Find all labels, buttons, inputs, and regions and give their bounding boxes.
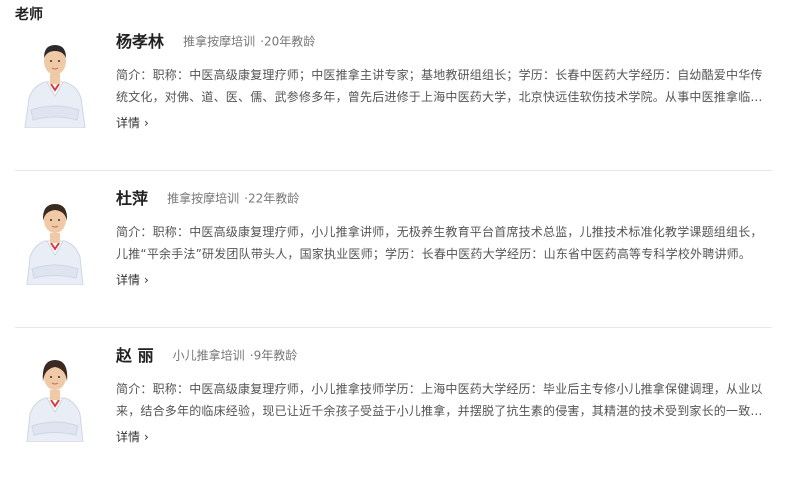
teacher-info: 杨孝林 推拿按摩培训 ·20年教龄 简介：职称：中医高级康复理疗师；中医推拿主讲… <box>116 28 772 132</box>
teacher-years: ·9年教龄 <box>249 348 298 363</box>
teacher-avatar[interactable] <box>15 342 95 442</box>
teacher-name[interactable]: 赵 丽 <box>116 346 154 365</box>
details-label: 详情 <box>116 430 141 444</box>
teacher-course: 小儿推拿培训 <box>172 348 245 363</box>
teacher-card: 杨孝林 推拿按摩培训 ·20年教龄 简介：职称：中医高级康复理疗师；中医推拿主讲… <box>15 28 772 184</box>
teacher-info: 杜萍 推拿按摩培训 ·22年教龄 简介：职称：中医高级康复理疗师，小儿推拿讲师，… <box>116 185 772 289</box>
divider <box>15 170 772 171</box>
section-title: 老师 <box>15 7 43 23</box>
teacher-course: 推拿按摩培训 <box>183 34 256 49</box>
details-link[interactable]: 详情 › <box>116 428 149 446</box>
teacher-bio: 简介：职称：中医高级康复理疗师，小儿推拿技师学历：上海中医药大学经历：毕业后主专… <box>116 382 763 418</box>
teacher-info: 赵 丽 小儿推拿培训 ·9年教龄 简介：职称：中医高级康复理疗师，小儿推拿技师学… <box>116 342 772 446</box>
teacher-header: 赵 丽 小儿推拿培训 ·9年教龄 <box>116 342 772 368</box>
teacher-name[interactable]: 杨孝林 <box>116 32 164 51</box>
chevron-right-icon: › <box>144 273 149 287</box>
details-link[interactable]: 详情 › <box>116 271 149 289</box>
details-label: 详情 <box>116 273 141 287</box>
teacher-card: 杜萍 推拿按摩培训 ·22年教龄 简介：职称：中医高级康复理疗师，小儿推拿讲师，… <box>15 185 772 341</box>
teacher-bio: 简介：职称：中医高级康复理疗师；中医推拿主讲专家；基地教研组组长；学历：长春中医… <box>116 68 763 104</box>
teacher-avatar[interactable] <box>15 28 95 128</box>
teacher-years: ·22年教龄 <box>244 191 300 206</box>
details-link[interactable]: 详情 › <box>116 114 149 132</box>
teacher-header: 杨孝林 推拿按摩培训 ·20年教龄 <box>116 28 772 54</box>
teacher-years: ·20年教龄 <box>260 34 316 49</box>
teacher-header: 杜萍 推拿按摩培训 ·22年教龄 <box>116 185 772 211</box>
chevron-right-icon: › <box>144 430 149 444</box>
divider <box>15 327 772 328</box>
teacher-bio: 简介：职称：中医高级康复理疗师，小儿推拿讲师，无极养生教育平台首席技术总监，儿推… <box>116 225 763 261</box>
details-label: 详情 <box>116 116 141 130</box>
teacher-name[interactable]: 杜萍 <box>116 189 148 208</box>
chevron-right-icon: › <box>144 116 149 130</box>
teacher-card: 赵 丽 小儿推拿培训 ·9年教龄 简介：职称：中医高级康复理疗师，小儿推拿技师学… <box>15 342 772 498</box>
teacher-avatar[interactable] <box>15 185 95 285</box>
teacher-course: 推拿按摩培训 <box>167 191 240 206</box>
